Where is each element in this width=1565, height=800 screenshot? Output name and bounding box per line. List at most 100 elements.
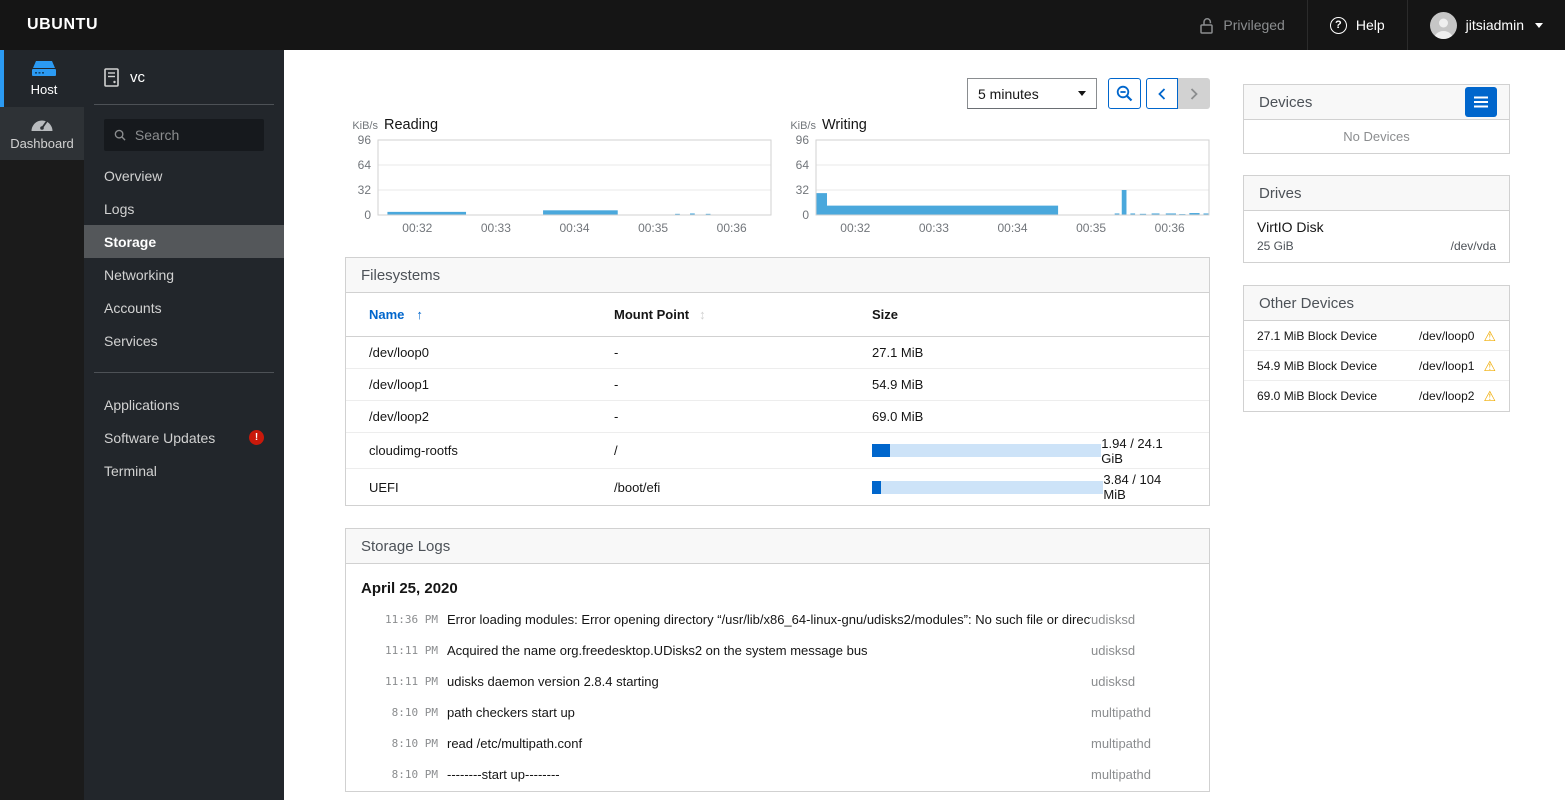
svg-text:96: 96 xyxy=(358,135,372,147)
column-header-name[interactable]: Name ↑ xyxy=(369,307,614,322)
device-name: 27.1 MiB Block Device xyxy=(1257,328,1378,343)
reading-chart: KiB/s Reading 0 32 64 96 00:32 00:33 00:34 00:3… xyxy=(345,117,772,237)
host-switcher[interactable]: vc xyxy=(94,50,274,105)
svg-text:00:35: 00:35 xyxy=(1076,221,1106,235)
filesystems-panel-header: Filesystems xyxy=(346,258,1209,293)
device-name: 69.0 MiB Block Device xyxy=(1257,389,1378,403)
reading-unit-label: KiB/s xyxy=(352,120,378,132)
sidebar-item-applications[interactable]: Applications xyxy=(84,388,284,421)
chevron-right-icon xyxy=(1190,87,1198,100)
log-time: 8:10 PM xyxy=(391,768,438,781)
storage-logs-panel: Storage Logs April 25, 2020 11:36 PM Err… xyxy=(345,528,1210,792)
log-row[interactable]: 8:10 PM read /etc/multipath.conf multipa… xyxy=(346,728,1209,759)
filesystems-title: Filesystems xyxy=(361,266,441,284)
privileged-label: Privileged xyxy=(1223,17,1285,33)
svg-text:00:33: 00:33 xyxy=(481,221,511,235)
time-range-select[interactable]: 5 minutes xyxy=(967,78,1097,109)
device-path: /dev/loop1 xyxy=(1419,358,1475,373)
sidebar-item-services[interactable]: Services xyxy=(84,324,284,357)
username-label: jitsiadmin xyxy=(1465,17,1524,33)
fs-mount: - xyxy=(614,377,619,392)
log-service: multipathd xyxy=(1091,705,1151,720)
usage-bar xyxy=(872,480,1104,494)
sidebar-item-accounts[interactable]: Accounts xyxy=(84,291,284,324)
log-message: --------start up-------- xyxy=(447,767,560,782)
device-right: /dev/loop2 ⚠ xyxy=(1419,389,1496,403)
log-row[interactable]: 11:36 PM Error loading modules: Error op… xyxy=(346,604,1209,635)
menu-label: Software Updates xyxy=(104,429,216,446)
column-size-label: Size xyxy=(872,307,899,322)
create-device-menu-button[interactable] xyxy=(1465,87,1497,117)
column-header-mount-point[interactable]: Mount Point ↕ xyxy=(614,307,872,322)
hostname-label: vc xyxy=(130,68,145,86)
other-device-row-loop0[interactable]: 27.1 MiB Block Device /dev/loop0 ⚠ xyxy=(1244,321,1509,351)
help-menu[interactable]: ? Help xyxy=(1306,0,1407,50)
usage-bar-fill xyxy=(872,480,881,494)
log-time: 11:11 PM xyxy=(385,644,438,657)
privileged-indicator[interactable]: Privileged xyxy=(1177,0,1306,50)
sidebar-item-networking[interactable]: Networking xyxy=(84,258,284,291)
usage-label: 3.84 / 104 MiB xyxy=(1103,472,1162,502)
top-navbar: UBUNTU Privileged ? Help jitsiadmin xyxy=(0,0,1565,50)
log-row[interactable]: 11:11 PM Acquired the name org.freedeskt… xyxy=(346,635,1209,666)
usage-label: 1.94 / 24.1 GiB xyxy=(1101,435,1163,466)
log-message: udisks daemon version 2.8.4 starting xyxy=(447,674,659,689)
svg-text:0: 0 xyxy=(802,208,809,222)
search-input[interactable] xyxy=(134,127,254,143)
log-row[interactable]: 8:10 PM path checkers start up multipath… xyxy=(346,697,1209,728)
fs-size: 27.1 MiB xyxy=(872,345,924,360)
table-row-uefi[interactable]: UEFI /boot/efi 3.84 / 104 MiB xyxy=(346,469,1209,505)
sidebar-item-logs[interactable]: Logs xyxy=(84,192,284,225)
zoom-out-icon xyxy=(1116,85,1133,102)
fs-size: 54.9 MiB xyxy=(872,377,924,392)
navbar-right: Privileged ? Help jitsiadmin xyxy=(1177,0,1565,50)
log-row[interactable]: 11:11 PM udisks daemon version 2.8.4 sta… xyxy=(346,666,1209,697)
main-content: 5 minutes KiB/s Reading 0 32 64 96 00:32 00 xyxy=(345,50,1210,800)
fs-size: 69.0 MiB xyxy=(872,409,924,424)
sidebar-item-storage[interactable]: Storage xyxy=(84,225,284,258)
column-header-size[interactable]: Size xyxy=(872,307,1209,322)
rail-item-host[interactable]: Host xyxy=(0,50,84,107)
reading-plot: 0 32 64 96 00:32 00:33 00:34 00:35 00:36 xyxy=(358,135,772,235)
sidebar-item-software-updates[interactable]: Software Updates ! xyxy=(84,421,284,454)
updates-error-badge-icon: ! xyxy=(249,430,264,445)
fs-mount: / xyxy=(614,443,618,458)
help-icon: ? xyxy=(1329,16,1347,34)
svg-text:00:36: 00:36 xyxy=(717,221,747,235)
sidebar-item-terminal[interactable]: Terminal xyxy=(84,454,284,487)
scroll-back-button[interactable] xyxy=(1146,78,1178,109)
rail-dashboard-label: Dashboard xyxy=(10,136,74,151)
log-message: path checkers start up xyxy=(447,705,575,720)
drive-row-virtio[interactable]: VirtIO Disk 25 GiB /dev/vda xyxy=(1244,211,1509,262)
column-mount-label: Mount Point xyxy=(614,307,690,322)
devices-title: Devices xyxy=(1259,93,1313,111)
other-device-row-loop2[interactable]: 69.0 MiB Block Device /dev/loop2 ⚠ xyxy=(1244,381,1509,411)
time-range-value: 5 minutes xyxy=(978,85,1039,102)
sidebar-menu: Overview Logs Storage Networking Account… xyxy=(84,159,284,487)
right-column: Devices No Devices Drives VirtIO Disk 25… xyxy=(1243,50,1510,412)
fs-mount: - xyxy=(614,409,619,424)
scroll-forward-button[interactable] xyxy=(1178,78,1210,109)
other-device-row-loop1[interactable]: 54.9 MiB Block Device /dev/loop1 ⚠ xyxy=(1244,351,1509,381)
fs-name: /dev/loop0 xyxy=(369,345,429,360)
device-right: /dev/loop1 ⚠ xyxy=(1419,359,1496,373)
drives-panel-header: Drives xyxy=(1244,176,1509,211)
fs-name: UEFI xyxy=(369,479,399,495)
storage-logs-title: Storage Logs xyxy=(361,537,451,555)
table-row-loop0[interactable]: /dev/loop0 - 27.1 MiB xyxy=(346,337,1209,369)
log-row[interactable]: 8:10 PM --------start up-------- multipa… xyxy=(346,759,1209,790)
drive-details: 25 GiB /dev/vda xyxy=(1257,239,1496,253)
rail-item-dashboard[interactable]: Dashboard xyxy=(0,107,84,160)
writing-plot: 0 32 64 96 00:32 00:33 00:34 00:35 00:36 xyxy=(796,135,1210,235)
writing-chart-head: KiB/s Writing xyxy=(783,117,1210,135)
user-menu[interactable]: jitsiadmin xyxy=(1406,0,1565,50)
table-row-rootfs[interactable]: cloudimg-rootfs / 1.94 / 24.1 GiB xyxy=(346,433,1209,469)
log-service: multipathd xyxy=(1091,767,1151,782)
table-row-loop2[interactable]: /dev/loop2 - 69.0 MiB xyxy=(346,401,1209,433)
sidebar-item-overview[interactable]: Overview xyxy=(84,159,284,192)
devices-panel: Devices No Devices xyxy=(1243,84,1510,154)
svg-text:00:34: 00:34 xyxy=(559,221,589,235)
zoom-out-button[interactable] xyxy=(1108,78,1141,109)
dashboard-icon xyxy=(31,120,53,131)
table-row-loop1[interactable]: /dev/loop1 - 54.9 MiB xyxy=(346,369,1209,401)
